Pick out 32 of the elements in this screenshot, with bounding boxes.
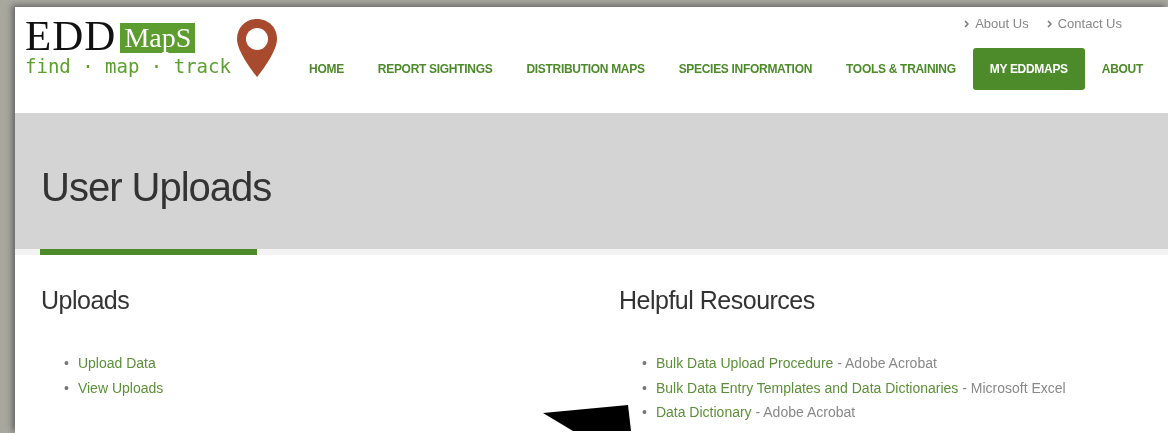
- resource-item: Data Dictionary - Adobe Acrobat: [655, 404, 856, 420]
- nav-tab[interactable]: TOOLS & TRAINING: [829, 47, 973, 90]
- top-link[interactable]: About Us: [964, 14, 1029, 34]
- logo-tagline: find · map · track: [25, 55, 231, 77]
- section-heading: Helpful Resources: [619, 285, 816, 315]
- pointer-arrow-icon: [543, 405, 631, 431]
- resource-link[interactable]: Bulk Data Upload Procedure: [655, 355, 834, 371]
- resource-link[interactable]: View Uploads: [77, 379, 164, 396]
- nav-tab[interactable]: ABOUT: [1084, 47, 1160, 90]
- bullet: •: [64, 379, 69, 396]
- resource-item: Bulk Data Upload Procedure - Adobe Acrobat: [655, 355, 937, 371]
- bullet: •: [642, 355, 647, 371]
- bullet: •: [64, 355, 69, 371]
- section-heading: Uploads: [41, 285, 131, 315]
- page-title: User Uploads: [41, 164, 273, 211]
- nav-tab[interactable]: DISTRIBUTION MAPS: [509, 47, 662, 90]
- resource-link[interactable]: Bulk Data Entry Templates and Data Dictionaries: [655, 379, 959, 396]
- map-pin-icon: [234, 17, 279, 79]
- nav-tab[interactable]: SPECIES INFORMATION: [661, 47, 830, 90]
- resource-link[interactable]: Data Dictionary: [655, 404, 752, 420]
- chevron-icon: [964, 19, 970, 28]
- nav-tab[interactable]: MY EDDMAPS: [972, 47, 1085, 90]
- logo-badge: MapS: [120, 23, 196, 53]
- top-link[interactable]: Contact Us: [1046, 14, 1122, 34]
- resource-item: Bulk Data Entry Templates and Data Dictionaries - Microsoft Excel: [655, 379, 1066, 396]
- resource-link[interactable]: Upload Data: [77, 355, 156, 371]
- nav-tab[interactable]: HOME: [292, 47, 361, 90]
- logo-wordmark: EDD: [25, 17, 117, 55]
- nav-tab[interactable]: REPORT SIGHTINGS: [360, 47, 510, 90]
- bullet: •: [642, 404, 647, 420]
- bullet: •: [642, 379, 647, 396]
- chevron-icon: [1046, 19, 1052, 28]
